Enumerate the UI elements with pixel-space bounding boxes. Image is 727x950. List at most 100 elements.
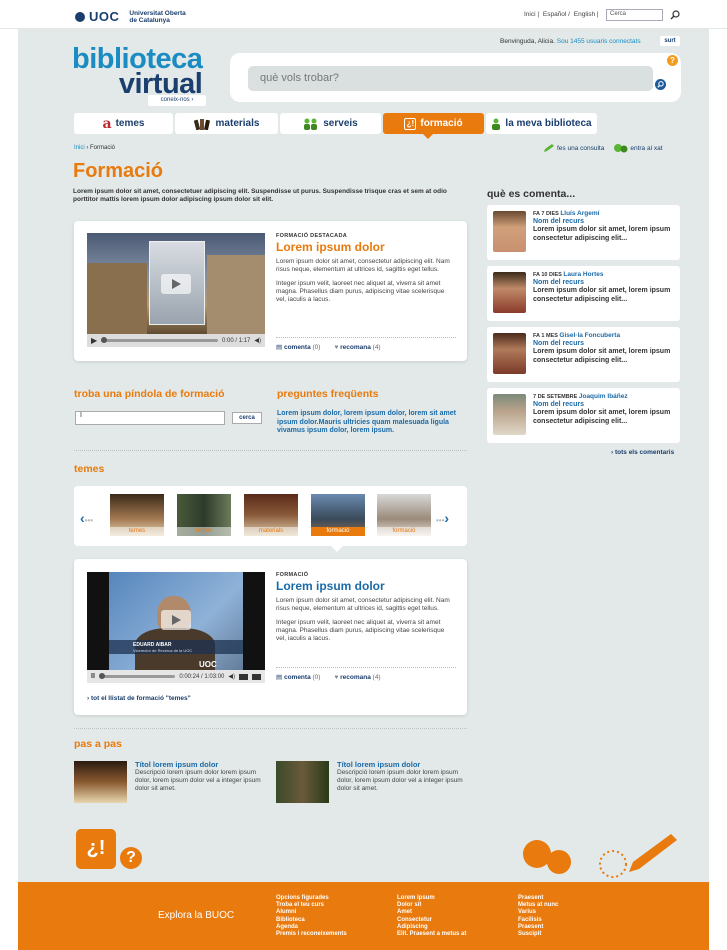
tab-la-meva-biblioteca[interactable]: la meva biblioteca [486, 113, 597, 134]
footer-link[interactable]: Varius [518, 909, 558, 916]
screen-mode-icon[interactable] [239, 673, 248, 680]
footer-column-2: Lorem ipsum Dolor sit Amet Consectetur A… [397, 895, 466, 938]
comment-author[interactable]: Lluís Argemí [560, 210, 599, 217]
faq-text[interactable]: Lorem ipsum dolor, lorem ipsum dolor, lo… [277, 410, 469, 436]
footer-link[interactable]: Facilisis [518, 917, 558, 924]
seek-bar[interactable] [101, 337, 219, 343]
carousel-thumb[interactable]: formació [377, 494, 431, 536]
footer-link[interactable]: Troba el teu curs [276, 902, 347, 909]
carousel-thumb[interactable]: temes [177, 494, 231, 536]
fullscreen-icon[interactable] [252, 673, 261, 680]
comment-resource[interactable]: Nom del recurs [533, 218, 584, 225]
pause-icon[interactable]: II [91, 673, 95, 680]
logout-button[interactable]: surt [660, 36, 680, 46]
breadcrumb-home[interactable]: Inici [74, 145, 85, 151]
footer-link[interactable]: Alumni [276, 909, 347, 916]
comment-item[interactable]: FA 1 MES Gisel·la Foncuberta Nom del rec… [487, 327, 680, 382]
uoc-subtitle-line1: Universitat Oberta [129, 9, 186, 17]
footer-link[interactable]: Agenda [276, 924, 347, 931]
footer-link[interactable]: Elit. Praesent a metus at [397, 931, 466, 938]
comment-item[interactable]: 7 DE SETEMBRE Joaquim Ibáñez Nom del rec… [487, 388, 680, 443]
tab-materials[interactable]: materials [175, 113, 278, 134]
link-espanol[interactable]: Español / [543, 11, 570, 18]
tab-temes[interactable]: a temes [74, 113, 173, 134]
formacio-title[interactable]: Lorem ipsum dolor [276, 579, 456, 593]
footer-link[interactable]: Adipiscing [397, 924, 466, 931]
step-thumbnail[interactable] [276, 761, 329, 803]
video-time: 0:00 / 1:17 [222, 337, 251, 344]
play-icon[interactable]: ▶ [91, 336, 97, 345]
video-black-bar-left [87, 572, 109, 670]
footer-link[interactable]: Opcions figurades [276, 895, 347, 902]
chat-link[interactable]: entra al xat [614, 143, 663, 153]
recommend-link[interactable]: ♥ recomana (4) [334, 674, 380, 681]
footer-link[interactable]: Premis i reconeixements [276, 931, 347, 938]
uoc-logo-word: UOC [89, 9, 120, 24]
footer-link[interactable]: Biblioteca [276, 917, 347, 924]
recommend-link[interactable]: ♥ recomana (4) [334, 344, 380, 351]
faq-title[interactable]: preguntes freqüents [277, 388, 379, 400]
seek-bar[interactable] [98, 673, 176, 679]
footer-link[interactable]: Lorem ipsum [397, 895, 466, 902]
tab-formacio[interactable]: ¿! formació [383, 113, 484, 134]
comment-item[interactable]: FA 7 DIES Lluís Argemí Nom del recurs Lo… [487, 205, 680, 260]
uoc-logo-icon [75, 11, 85, 22]
comment-author[interactable]: Laura Hortes [563, 271, 603, 278]
top-search-input[interactable]: Cerca [606, 9, 663, 21]
comment-item[interactable]: FA 10 DIES Laura Hortes Nom del recurs L… [487, 266, 680, 321]
step-title[interactable]: Títol lorem ipsum dolor [135, 760, 218, 769]
comment-author[interactable]: Gisel·la Foncuberta [559, 332, 620, 339]
step-title[interactable]: Títol lorem ipsum dolor [337, 760, 420, 769]
online-users-link[interactable]: Sou 1455 usuaris connectats [557, 38, 641, 45]
pindola-search-button[interactable]: cerca [232, 412, 262, 424]
carousel-thumb[interactable]: materials [244, 494, 298, 536]
deco-q1: ¿! [76, 829, 116, 869]
step-thumbnail[interactable] [74, 761, 127, 803]
about-button[interactable]: coneix-nos › [148, 95, 206, 106]
comment-resource[interactable]: Nom del recurs [533, 401, 584, 408]
footer-column-3: Praesent Metus at nunc Varius Facilisis … [518, 895, 558, 938]
footer-link[interactable]: Praesent [518, 895, 558, 902]
search-submit-icon[interactable] [655, 79, 666, 90]
volume-icon[interactable]: ◀) [228, 673, 235, 680]
full-list-link[interactable]: › tot el llistat de formació "temes" [87, 695, 191, 702]
comment-link[interactable]: ▤ comenta (0) [276, 343, 320, 351]
volume-icon[interactable]: ◀) [254, 337, 261, 344]
footer-link[interactable]: Metus at nunc [518, 902, 558, 909]
carousel-thumb[interactable]: temes [110, 494, 164, 536]
tab-serveis[interactable]: serveis [280, 113, 381, 134]
pindola-search-input[interactable]: I [75, 411, 225, 425]
link-inici[interactable]: Inici | [524, 11, 539, 18]
main-search-input[interactable]: què vols trobar? [248, 66, 653, 91]
consult-link[interactable]: fes una consulta [543, 143, 604, 153]
footer-link[interactable]: Amet [397, 909, 466, 916]
comment-meta: FA 7 DIES Lluís Argemí [533, 210, 599, 217]
tab-la-meva-label: la meva biblioteca [505, 118, 592, 129]
comment-meta: FA 10 DIES Laura Hortes [533, 271, 603, 278]
play-overlay-icon[interactable] [161, 274, 191, 294]
play-overlay-icon[interactable] [161, 610, 191, 630]
search-icon[interactable] [670, 10, 680, 20]
footer-link[interactable]: Dolor sit [397, 902, 466, 909]
footer-link[interactable]: Suscipit [518, 931, 558, 938]
biblioteca-virtual-logo[interactable]: biblioteca virtual [72, 45, 203, 99]
link-english[interactable]: English | [574, 11, 599, 18]
comment-resource[interactable]: Nom del recurs [533, 340, 584, 347]
carousel-prev-icon[interactable]: ‹••• [80, 510, 93, 526]
footer-link[interactable]: Praesent [518, 924, 558, 931]
help-icon[interactable]: ? [667, 55, 678, 66]
carousel-next-icon[interactable]: •••› [436, 510, 449, 526]
comment-link[interactable]: ▤ comenta (0) [276, 673, 320, 681]
featured-video[interactable] [87, 233, 265, 335]
featured-title[interactable]: Lorem ipsum dolor [276, 240, 456, 254]
footer-link[interactable]: Consectetur [397, 917, 466, 924]
comment-author[interactable]: Joaquim Ibáñez [579, 393, 628, 400]
all-comments-link[interactable]: › tots els comentaris [611, 449, 674, 456]
uoc-logo[interactable]: UOC Universitat Oberta de Catalunya [75, 9, 186, 24]
carousel-thumb-active[interactable]: formació [311, 494, 365, 536]
building-left [87, 263, 147, 335]
breadcrumb-current: › Formació [86, 145, 116, 151]
formacio-video[interactable]: EDUARD AIBAR Vicerector de Recerca de la… [87, 572, 265, 670]
video-time: 0:00:24 / 1:03:00 [179, 673, 225, 680]
comment-resource[interactable]: Nom del recurs [533, 279, 584, 286]
